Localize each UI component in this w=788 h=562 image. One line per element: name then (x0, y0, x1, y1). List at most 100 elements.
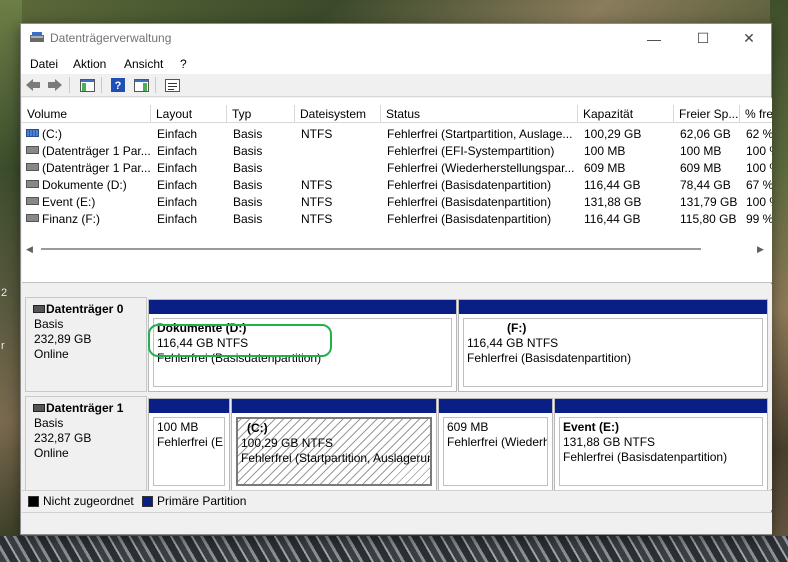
volume-row[interactable]: Finanz (F:) Einfach Basis NTFS Fehlerfre… (22, 210, 772, 227)
disk-0-label[interactable]: Datenträger 0 Basis 232,89 GB Online (25, 297, 147, 392)
volume-row[interactable]: (C:) Einfach Basis NTFS Fehlerfrei (Star… (22, 125, 772, 142)
volume-layout: Einfach (157, 212, 198, 226)
partition-bar (555, 399, 767, 413)
volume-list-header: Volume Layout Typ Dateisystem Status Kap… (22, 105, 772, 123)
svg-text:?: ? (115, 80, 122, 92)
volume-status: Fehlerfrei (Basisdatenpartition) (387, 195, 552, 209)
help-icon[interactable]: ? (109, 77, 127, 93)
drive-icon (26, 180, 39, 188)
volume-row[interactable]: (Datenträger 1 Par... Einfach Basis Fehl… (22, 142, 772, 159)
minimize-button[interactable]: — (631, 24, 677, 53)
column-layout[interactable]: Layout (151, 105, 227, 123)
partition-name: Event (E:) (563, 420, 620, 434)
volume-name: (Datenträger 1 Par... (42, 144, 150, 158)
title-bar[interactable]: Datenträgerverwaltung — ☐ ✕ (21, 24, 771, 53)
volume-typ: Basis (233, 212, 263, 226)
volume-prozent-frei: 67 % (746, 178, 772, 192)
partition-efi[interactable]: 100 MB Fehlerfrei (EF (148, 398, 230, 491)
column-dateisystem[interactable]: Dateisystem (295, 105, 381, 123)
column-status[interactable]: Status (381, 105, 578, 123)
partition-status: Fehlerfrei (Wiederh (447, 435, 548, 449)
partition-body: (F:) 116,44 GB NTFS Fehlerfrei (Basisdat… (463, 318, 763, 387)
volume-kapazitaet: 100,29 GB (584, 127, 642, 141)
volume-typ: Basis (233, 144, 263, 158)
volume-status: Fehlerfrei (EFI-Systempartition) (387, 144, 555, 158)
volume-typ: Basis (233, 161, 263, 175)
partition-bar (149, 300, 456, 314)
scroll-left-arrow-icon[interactable]: ◀ (26, 244, 33, 255)
disk-type: Basis (34, 416, 64, 430)
disk-name: Datenträger 0 (33, 302, 146, 317)
disk-1-label[interactable]: Datenträger 1 Basis 232,87 GB Online (25, 396, 147, 491)
partition-status: Fehlerfrei (Basisdatenpartition) (467, 351, 632, 365)
close-button[interactable]: ✕ (726, 24, 772, 53)
volume-status: Fehlerfrei (Startpartition, Auslage... (387, 127, 573, 141)
partition-size: 100,29 GB NTFS (241, 436, 334, 450)
column-freier-speicher[interactable]: Freier Sp... (674, 105, 740, 123)
disk-size: 232,89 GB (34, 332, 92, 346)
desktop-background-right (770, 0, 788, 562)
volume-name: Dokumente (D:) (42, 178, 127, 192)
disk-graphic-pane: Datenträger 0 Basis 232,89 GB Online Dok… (22, 284, 772, 491)
partition-c[interactable]: (C:) 100,29 GB NTFS Fehlerfrei (Startpar… (231, 398, 437, 491)
partition-bar (439, 399, 552, 413)
volume-layout: Einfach (157, 161, 198, 175)
column-prozent-frei[interactable]: % fre (740, 105, 772, 123)
horizontal-scrollbar[interactable] (41, 248, 701, 250)
disk-name: Datenträger 1 (33, 401, 146, 416)
volume-prozent-frei: 100 % (746, 161, 772, 175)
partition-status: Fehlerfrei (EF (157, 435, 225, 449)
volume-list[interactable]: Volume Layout Typ Dateisystem Status Kap… (22, 98, 772, 283)
menu-ansicht[interactable]: Ansicht (124, 57, 163, 71)
menu-datei[interactable]: Datei (30, 57, 58, 71)
volume-freier-speicher: 100 MB (680, 144, 722, 158)
forward-icon[interactable] (46, 77, 64, 93)
volume-layout: Einfach (157, 195, 198, 209)
partition-body: Event (E:) 131,88 GB NTFS Fehlerfrei (Ba… (559, 417, 763, 486)
partition-f[interactable]: (F:) 116,44 GB NTFS Fehlerfrei (Basisdat… (458, 299, 768, 392)
partition-size: 131,88 GB NTFS (563, 435, 656, 449)
volume-layout: Einfach (157, 144, 198, 158)
disk-management-window: Datenträgerverwaltung — ☐ ✕ Datei Aktion… (20, 23, 772, 535)
volume-dateisystem: NTFS (301, 127, 333, 141)
volume-kapazitaet: 131,88 GB (584, 195, 642, 209)
volume-row[interactable]: Event (E:) Einfach Basis NTFS Fehlerfrei… (22, 193, 772, 210)
partition-body: 100 MB Fehlerfrei (EF (153, 417, 225, 486)
partition-name: (C:) (247, 421, 268, 435)
volume-freier-speicher: 62,06 GB (680, 127, 731, 141)
volume-dateisystem: NTFS (301, 195, 333, 209)
desktop-background-left (0, 0, 22, 562)
back-icon[interactable] (24, 77, 42, 93)
column-kapazitaet[interactable]: Kapazität (578, 105, 674, 123)
drive-icon (26, 214, 39, 222)
menu-aktion[interactable]: Aktion (73, 57, 106, 71)
maximize-button[interactable]: ☐ (680, 24, 726, 53)
partition-recovery[interactable]: 609 MB Fehlerfrei (Wiederh (438, 398, 553, 491)
partition-status: Fehlerfrei (Startpartition, Auslagerun (241, 451, 432, 465)
volume-prozent-frei: 62 % (746, 127, 772, 141)
show-hide-icon[interactable] (163, 77, 181, 93)
partition-bar (232, 399, 436, 413)
volume-status: Fehlerfrei (Basisdatenpartition) (387, 178, 552, 192)
legend-unallocated-swatch (28, 496, 39, 507)
volume-prozent-frei: 100 % (746, 144, 772, 158)
volume-row[interactable]: Dokumente (D:) Einfach Basis NTFS Fehler… (22, 176, 772, 193)
disk-state: Online (34, 446, 69, 460)
volume-row[interactable]: (Datenträger 1 Par... Einfach Basis Fehl… (22, 159, 772, 176)
volume-layout: Einfach (157, 127, 198, 141)
properties-icon[interactable] (132, 77, 150, 93)
system-drive-icon (26, 129, 39, 137)
partition-bar (149, 399, 229, 413)
legend-primary-label: Primäre Partition (157, 494, 247, 508)
scroll-right-arrow-icon[interactable]: ▶ (757, 244, 764, 255)
volume-freier-speicher: 609 MB (680, 161, 722, 175)
console-tree-icon[interactable] (78, 77, 96, 93)
partition-event-e[interactable]: Event (E:) 131,88 GB NTFS Fehlerfrei (Ba… (554, 398, 768, 491)
volume-name: Event (E:) (42, 195, 96, 209)
column-volume[interactable]: Volume (22, 105, 151, 123)
volume-dateisystem: NTFS (301, 212, 333, 226)
volume-name: (C:) (42, 127, 62, 141)
volume-freier-speicher: 115,80 GB (680, 212, 737, 226)
menu-help[interactable]: ? (180, 57, 187, 71)
column-typ[interactable]: Typ (227, 105, 295, 123)
